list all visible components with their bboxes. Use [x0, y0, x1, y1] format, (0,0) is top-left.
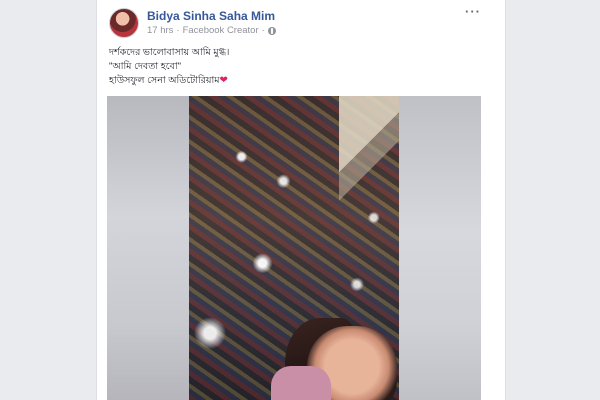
meta-separator: · [176, 25, 180, 36]
page: Bidya Sinha Saha Mim 17 hrs · Facebook C… [0, 0, 600, 400]
post-text-line-3: হাউসফুল সেনা অডিটোরিয়াম❤ [109, 74, 489, 88]
post-card: Bidya Sinha Saha Mim 17 hrs · Facebook C… [96, 0, 506, 400]
post-meta: 17 hrs · Facebook Creator · [147, 25, 276, 36]
author-name-link[interactable]: Bidya Sinha Saha Mim [147, 9, 275, 23]
post-text-line-2: "আমি দেবতা হবো" [109, 61, 181, 72]
author-role: Facebook Creator [182, 25, 259, 36]
post-text: দর্শকদের ভালোবাসায় আমি মুগ্ধ। "আমি দেবত… [109, 46, 489, 88]
post-text-line-3-content: হাউসফুল সেনা অডিটোরিয়াম [109, 75, 220, 86]
heart-icon: ❤ [219, 75, 228, 86]
post-video[interactable] [107, 96, 481, 400]
more-options-icon[interactable]: ··· [465, 5, 481, 18]
author-avatar[interactable] [109, 8, 139, 38]
video-play-area[interactable] [107, 96, 481, 400]
globe-icon[interactable] [267, 26, 276, 35]
post-text-line-1: দর্শকদের ভালোবাসায় আমি মুগ্ধ। [109, 47, 230, 58]
post-timestamp[interactable]: 17 hrs [147, 25, 173, 36]
meta-separator-2: · [261, 25, 265, 36]
